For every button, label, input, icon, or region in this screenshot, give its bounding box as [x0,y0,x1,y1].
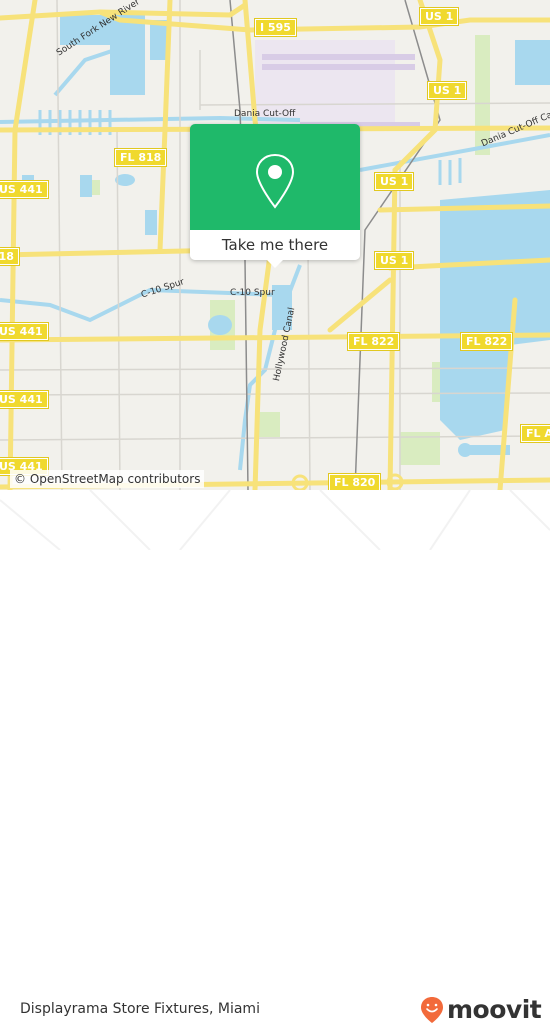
road-shield: US 1 [373,251,415,270]
road-shield: US 441 [0,390,49,409]
road-shield: FL 818 [113,148,168,167]
road-shield: FL 820 [327,473,382,490]
moovit-wordmark: moovit [447,995,542,1024]
road-shield: US 441 [0,180,49,199]
road-shield: US 1 [418,7,460,26]
water-label-c10-spur: C-10 Spur [230,288,275,298]
popup-pointer [265,258,285,268]
water-label-dania-cutoff: Dania Cut-Off [234,109,296,119]
map-attribution[interactable]: © OpenStreetMap contributors [10,470,205,488]
moovit-logo[interactable]: moovit [420,995,542,1024]
road-shield: FL 822 [346,332,401,351]
footer-background-pattern [0,490,550,550]
location-popup: Take me there [190,124,360,268]
road-shield: US 1 [373,172,415,191]
popup-header [190,124,360,230]
place-name: Displayrama Store Fixtures, Miami [20,1001,260,1017]
road-shield: FL A1A [519,424,550,443]
road-shield: FL 822 [459,332,514,351]
road-shield: I 595 [254,18,297,37]
map-view[interactable]: I 595 US 1 US 1 FL 818 US 1 US 441 818 U… [0,0,550,490]
road-shield: US 1 [426,81,468,100]
road-shield: 818 [0,247,20,266]
map-pin-icon [255,153,295,209]
take-me-there-button[interactable]: Take me there [190,230,360,260]
road-shield: US 441 [0,322,49,341]
footer: Displayrama Store Fixtures, Miami moovit [0,490,550,1023]
moovit-smile-pin-icon [421,997,443,1023]
